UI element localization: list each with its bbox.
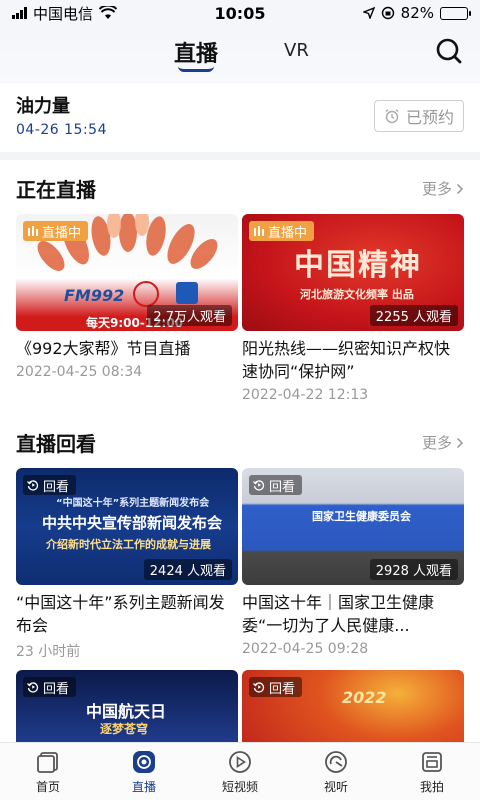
thumb-headline-text: 中共中央宣传部新闻发布会	[42, 514, 223, 532]
replay-badge: 回看	[23, 677, 77, 697]
replay-badge-label: 回看	[43, 479, 70, 495]
bottom-tab-short-video[interactable]: 短视频	[192, 743, 288, 800]
bottom-tab-label: 视听	[323, 779, 348, 794]
thumb-headline-text: 中国精神	[294, 248, 422, 283]
home-icon	[37, 751, 58, 773]
live-bars-icon	[28, 226, 38, 236]
replay-badge-label: 回看	[269, 681, 296, 697]
card-title[interactable]: 阳光热线——织密知识产权快速协同“保护网”	[242, 337, 464, 383]
replay-badge: 回看	[23, 475, 77, 495]
bottom-tab-my-shoot[interactable]: 我拍	[384, 743, 480, 800]
replay-badge-label: 回看	[269, 479, 296, 495]
bottom-tab-label: 短视频	[221, 779, 258, 794]
wifi-icon	[99, 6, 118, 19]
camera-icon	[422, 751, 442, 772]
live-badge-label: 直播中	[42, 225, 82, 241]
more-label: 更多	[421, 180, 452, 198]
bottom-tab-bar: 首页 直播 短视频 视听 我拍	[0, 742, 480, 800]
card-title[interactable]: 中国这十年｜国家卫生健康委“一切为了人民健康...	[242, 591, 464, 637]
more-label: 更多	[421, 434, 452, 452]
viewer-count: 2.7万人观看	[147, 305, 232, 326]
thumb-headline-text: 中国航天日	[86, 702, 167, 721]
tab-vr[interactable]: VR	[284, 40, 309, 61]
top-nav: 直播 VR	[0, 26, 480, 84]
card-title[interactable]: “中国这十年”系列主题新闻发布会	[16, 591, 238, 637]
replay-thumbnail[interactable]: 国家卫生健康委员会 回看 2928 人观看	[242, 468, 464, 585]
reserved-button-label: 已预约	[405, 108, 454, 127]
viewer-count: 2424 人观看	[143, 559, 232, 580]
reserved-program-card[interactable]: 油力量 04-26 15:54 已预约	[0, 84, 480, 160]
replay-icon	[253, 682, 265, 693]
rotation-lock-icon	[381, 6, 394, 20]
thumb-headline-text: 国家卫生健康委员会	[312, 510, 411, 523]
battery-percent: 82%	[400, 4, 434, 22]
replay-badge: 回看	[249, 475, 303, 495]
replay-icon	[27, 480, 39, 491]
replay-thumbnail[interactable]: “中国这十年”系列主题新闻发布会 中共中央宣传部新闻发布会 介绍新时代立法工作的…	[16, 468, 238, 585]
listen-icon	[325, 750, 347, 773]
live-badge-label: 直播中	[268, 225, 308, 241]
search-icon[interactable]	[434, 36, 464, 66]
card-date: 2022-04-25 09:28	[242, 641, 369, 657]
replay-icon	[253, 480, 265, 491]
chevron-right-icon	[456, 437, 464, 448]
status-right: 82%	[362, 4, 471, 22]
thumb-subtitle-text: 逐梦苍穹	[100, 722, 149, 736]
replay-icon	[27, 682, 39, 693]
thumb-subtitle-text: 介绍新时代立法工作的成就与进展	[46, 538, 211, 551]
reserved-button[interactable]: 已预约	[374, 100, 464, 132]
card-date: 23 小时前	[16, 644, 81, 660]
reserved-program-title: 油力量	[16, 96, 70, 117]
replay-badge: 回看	[249, 677, 303, 697]
live-card[interactable]: FM992 每天9:00-12:00 直播中 2.7万人观看 《992大家帮》节…	[16, 214, 238, 380]
status-left: 中国电信	[12, 3, 118, 24]
live-now-section-title: 正在直播	[16, 178, 96, 202]
active-tab-indicator	[178, 66, 214, 72]
card-date: 2022-04-22 12:13	[242, 387, 369, 403]
cellular-signal-icon	[12, 7, 27, 19]
carrier-name: 中国电信	[33, 4, 94, 23]
replay-section-title: 直播回看	[16, 432, 96, 456]
live-icon	[133, 750, 155, 773]
viewer-count: 2255 人观看	[369, 305, 458, 326]
chevron-right-icon	[456, 183, 464, 194]
live-badge: 直播中	[249, 221, 315, 241]
live-card[interactable]: 中国精神 河北旅游文化频率 出品 直播中 2255 人观看 阳光热线——织密知识…	[242, 214, 464, 403]
replay-more-link[interactable]: 更多	[422, 432, 464, 453]
bottom-tab-label: 我拍	[419, 779, 444, 794]
bottom-tab-label: 直播	[131, 779, 156, 794]
card-date: 2022-04-25 08:34	[16, 364, 143, 380]
replay-card[interactable]: 国家卫生健康委员会 回看 2928 人观看 中国这十年｜国家卫生健康委“一切为了…	[242, 468, 464, 657]
status-bar: 中国电信 10:05 82%	[0, 0, 480, 26]
thumb-series-text: “中国这十年”系列主题新闻发布会	[56, 498, 210, 509]
alarm-clock-icon	[385, 109, 399, 124]
tab-live[interactable]: 直播	[174, 36, 218, 68]
live-badge: 直播中	[23, 221, 89, 241]
live-bars-icon	[254, 226, 264, 236]
replay-card[interactable]: “中国这十年”系列主题新闻发布会 中共中央宣传部新闻发布会 介绍新时代立法工作的…	[16, 468, 238, 661]
thumb-subtitle-text: 河北旅游文化频率 出品	[300, 288, 414, 301]
reserved-program-time: 04-26 15:54	[16, 122, 107, 138]
card-title[interactable]: 《992大家帮》节目直播	[16, 337, 238, 360]
replay-badge-label: 回看	[43, 681, 70, 697]
viewer-count: 2928 人观看	[369, 559, 458, 580]
bottom-tab-home[interactable]: 首页	[0, 743, 96, 800]
thumb-logo-text: FM992	[64, 286, 125, 305]
live-now-more-link[interactable]: 更多	[422, 178, 464, 199]
play-icon	[229, 750, 251, 773]
bottom-tab-label: 首页	[35, 779, 60, 794]
location-arrow-icon	[362, 7, 375, 19]
live-thumbnail[interactable]: FM992 每天9:00-12:00 直播中 2.7万人观看	[16, 214, 238, 331]
thumb-year-text: 2022	[342, 688, 387, 707]
live-thumbnail[interactable]: 中国精神 河北旅游文化频率 出品 直播中 2255 人观看	[242, 214, 464, 331]
battery-icon	[440, 6, 471, 20]
bottom-tab-listen[interactable]: 视听	[288, 743, 384, 800]
bottom-tab-live[interactable]: 直播	[96, 743, 192, 800]
